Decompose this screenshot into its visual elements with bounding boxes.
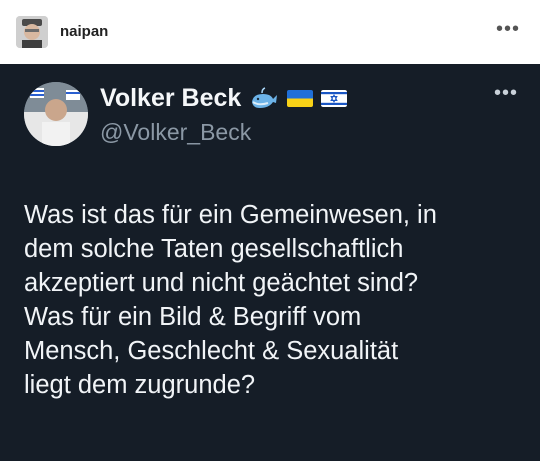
- tweet-author-row: Volker Beck: [100, 84, 348, 113]
- whale-emoji-icon: [252, 86, 278, 108]
- tweet-more-icon: •••: [493, 82, 518, 104]
- user-avatar[interactable]: [16, 16, 48, 48]
- author-photo: [24, 82, 88, 146]
- tweet-text: Was ist das für ein Gemeinwesen, in dem …: [24, 201, 437, 399]
- israel-flag-icon: [321, 90, 348, 107]
- ukraine-flag-icon: [287, 90, 314, 107]
- tweet-author-name: Volker Beck: [100, 84, 242, 112]
- avatar-photo: [16, 16, 48, 48]
- tweet-author-handle: @Volker_Beck: [100, 119, 252, 145]
- post-username[interactable]: naipan: [60, 23, 108, 40]
- tweet-author-avatar: [24, 82, 88, 146]
- post-header: naipan •••: [0, 0, 540, 64]
- ellipsis-horizontal-icon[interactable]: •••: [496, 18, 520, 41]
- tweet-screenshot: Volker Beck @Volker_Beck ••• Was ist das…: [0, 64, 540, 461]
